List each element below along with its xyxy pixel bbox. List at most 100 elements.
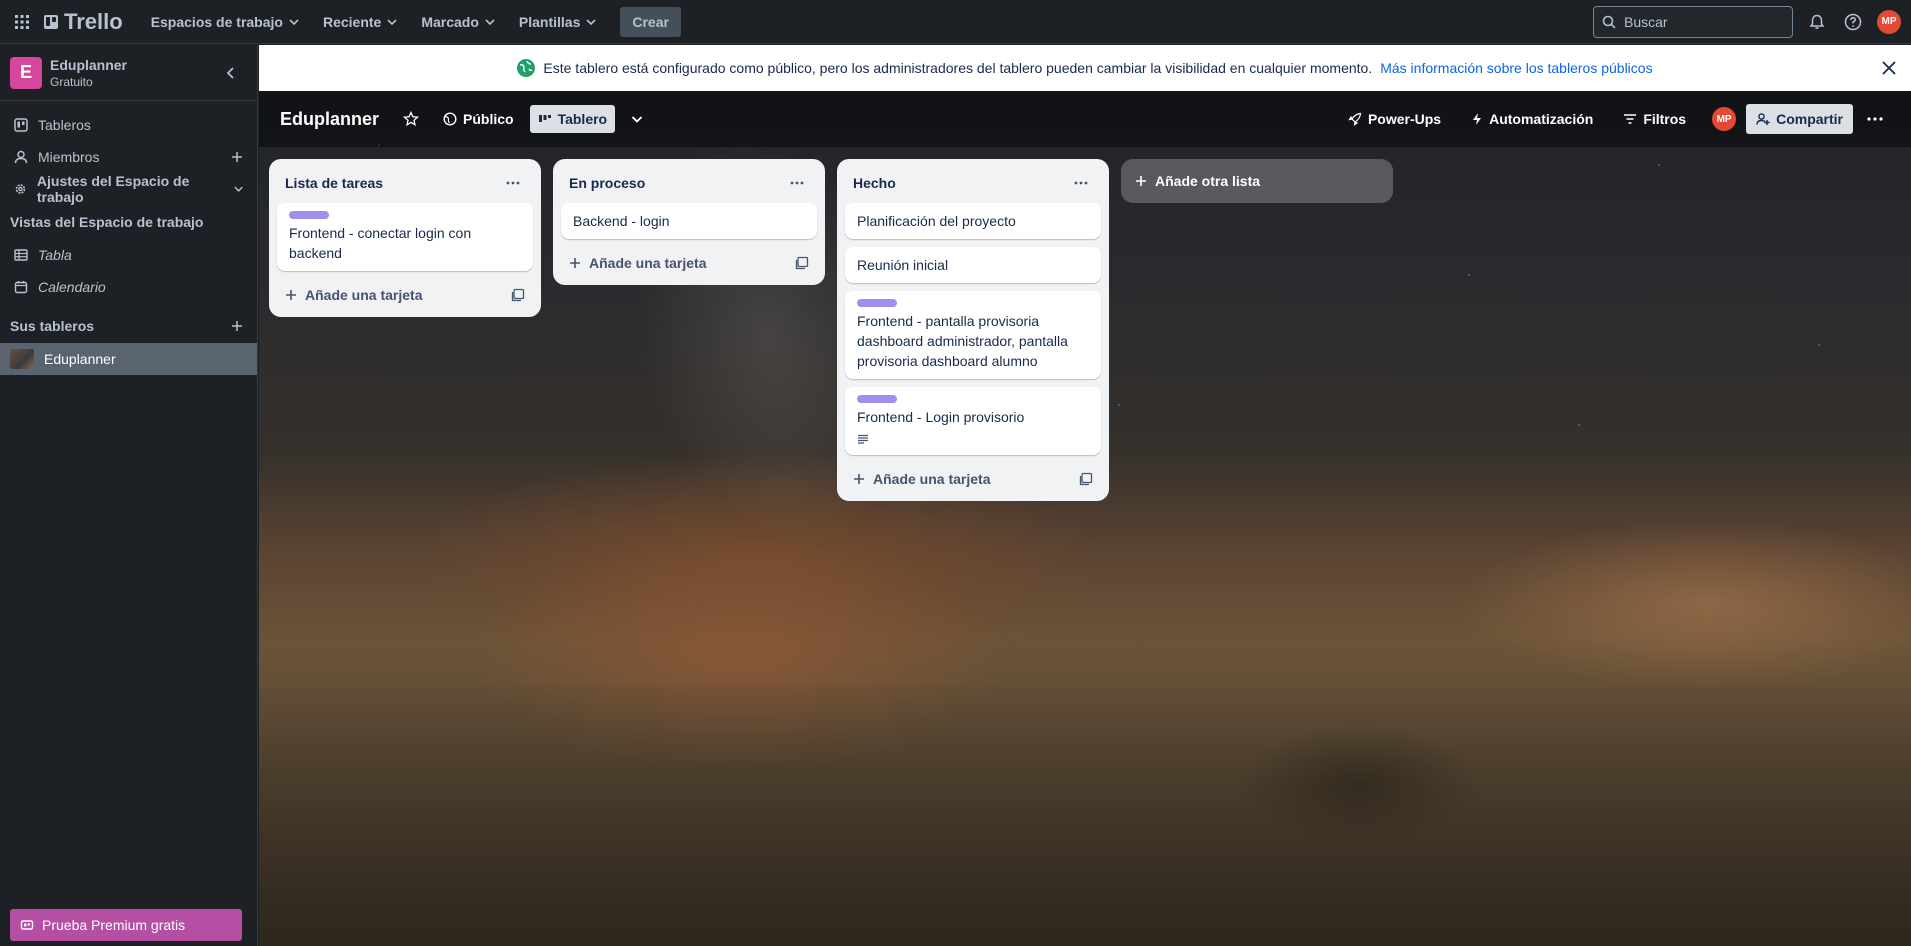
background-ground (259, 686, 1911, 946)
label-purple[interactable] (857, 395, 897, 403)
boards-heading-label: Sus tableros (10, 318, 95, 334)
card-template-icon[interactable] (1079, 472, 1093, 486)
nav-starred-label: Marcado (421, 13, 479, 30)
sidebar-item-calendar[interactable]: Calendario (0, 271, 257, 303)
plus-icon (1136, 176, 1146, 186)
label-purple[interactable] (289, 211, 329, 219)
nav-workspaces-label: Espacios de trabajo (150, 13, 283, 30)
card[interactable]: Frontend - Login provisorio (845, 387, 1101, 455)
logo-text: Trello (64, 8, 123, 34)
add-list-button[interactable]: Añade otra lista (1121, 159, 1393, 203)
card-template-icon[interactable] (795, 256, 809, 270)
premium-trial-button[interactable]: Prueba Premium gratis (10, 909, 242, 941)
user-avatar[interactable]: MP (1877, 9, 1901, 34)
list-title[interactable]: Hecho (853, 175, 896, 191)
sidebar-item-settings[interactable]: Ajustes del Espacio de trabajo (0, 173, 257, 205)
sidebar-item-boards[interactable]: Tableros (0, 109, 257, 141)
nav-templates[interactable]: Plantillas (509, 8, 606, 36)
list-done: Hecho Planificación del proyecto Reunión… (837, 159, 1109, 501)
filters-label: Filtros (1643, 111, 1687, 127)
list-header: En proceso (561, 167, 817, 199)
board-icon (14, 118, 28, 132)
sidebar-item-label: Miembros (38, 149, 100, 165)
chevron-down-icon (631, 116, 643, 123)
automation-button[interactable]: Automatización (1463, 105, 1601, 133)
board-canvas: Este tablero está configurado como públi… (259, 45, 1911, 946)
card-template-icon[interactable] (511, 288, 525, 302)
add-card-button[interactable]: Añade una tarjeta (845, 463, 1101, 495)
premium-icon (20, 920, 34, 930)
help-icon[interactable] (1841, 10, 1865, 34)
collapse-sidebar-button[interactable] (215, 57, 247, 89)
view-switcher-button[interactable] (623, 107, 651, 131)
workspace-name[interactable]: Eduplanner (50, 57, 127, 73)
workspace-badge[interactable]: E (10, 56, 42, 89)
board-thumbnail (10, 349, 34, 369)
card[interactable]: Reunión inicial (845, 247, 1101, 283)
list-title[interactable]: Lista de tareas (285, 175, 383, 191)
card-title: Frontend - conectar login con backend (289, 225, 472, 261)
sidebar: E Eduplanner Gratuito Tableros Miembros … (0, 45, 258, 946)
plus-icon (286, 290, 296, 300)
chevron-down-icon (387, 18, 397, 25)
card-title: Planificación del proyecto (857, 213, 1016, 229)
chevron-down-icon (234, 186, 243, 192)
nav-starred[interactable]: Marcado (411, 8, 505, 36)
create-button[interactable]: Crear (620, 6, 681, 37)
plus-icon[interactable] (231, 320, 243, 332)
card[interactable]: Planificación del proyecto (845, 203, 1101, 239)
share-button[interactable]: Compartir (1746, 104, 1853, 134)
list-menu-icon[interactable] (501, 171, 525, 195)
add-card-label: Añade una tarjeta (305, 287, 423, 303)
sidebar-item-label: Tableros (38, 117, 91, 133)
powerups-label: Power-Ups (1367, 111, 1442, 127)
add-card-button[interactable]: Añade una tarjeta (277, 279, 533, 311)
card[interactable]: Frontend - pantalla provisoria dashboard… (845, 291, 1101, 379)
search-input[interactable] (1624, 13, 1774, 30)
sidebar-item-table[interactable]: Tabla (0, 239, 257, 271)
globe-outline-icon (443, 112, 457, 126)
board-view-icon (538, 115, 551, 122)
label-purple[interactable] (857, 299, 897, 307)
nav-workspaces[interactable]: Espacios de trabajo (141, 8, 309, 36)
calendar-icon (14, 281, 28, 294)
card[interactable]: Backend - login (561, 203, 817, 239)
list-menu-icon[interactable] (785, 171, 809, 195)
board-title[interactable]: Eduplanner (280, 109, 379, 130)
more-options-icon[interactable] (1859, 111, 1891, 127)
description-icon (857, 431, 873, 447)
star-board-button[interactable] (395, 105, 427, 133)
card[interactable]: Frontend - conectar login con backend (277, 203, 533, 271)
star-icon (403, 111, 420, 127)
view-board-button[interactable]: Tablero (529, 105, 616, 133)
notifications-icon[interactable] (1805, 10, 1829, 34)
app-switcher-icon[interactable] (10, 10, 34, 34)
sidebar-item-label: Tabla (38, 247, 72, 263)
member-avatar[interactable]: MP (1712, 107, 1737, 131)
add-card-button[interactable]: Añade una tarjeta (561, 247, 817, 279)
banner-message: Este tablero está configurado como públi… (543, 60, 1373, 76)
close-icon[interactable] (1877, 56, 1901, 80)
search-box[interactable] (1593, 5, 1793, 38)
sidebar-item-members[interactable]: Miembros (0, 141, 257, 173)
card-title: Frontend - Login provisorio (857, 409, 1025, 425)
chevron-down-icon (289, 18, 299, 25)
lightning-icon (1473, 113, 1482, 125)
plus-icon[interactable] (231, 151, 243, 163)
add-person-icon (1756, 113, 1770, 125)
list-title[interactable]: En proceso (569, 175, 645, 191)
filters-button[interactable]: Filtros (1615, 105, 1694, 133)
workspace-header: E Eduplanner Gratuito (0, 45, 257, 101)
visibility-button[interactable]: Público (435, 105, 522, 133)
premium-label: Prueba Premium gratis (42, 917, 186, 933)
share-label: Compartir (1776, 111, 1843, 127)
list-header: Lista de tareas (277, 167, 533, 199)
sidebar-board-eduplanner[interactable]: Eduplanner (0, 343, 257, 375)
rocket-icon (1348, 112, 1362, 126)
trello-logo[interactable]: Trello (44, 9, 123, 35)
powerups-button[interactable]: Power-Ups (1340, 105, 1449, 133)
nav-recent[interactable]: Reciente (313, 8, 407, 36)
list-menu-icon[interactable] (1069, 171, 1093, 195)
search-icon (1602, 15, 1616, 29)
banner-link[interactable]: Más información sobre los tableros públi… (1380, 60, 1652, 76)
